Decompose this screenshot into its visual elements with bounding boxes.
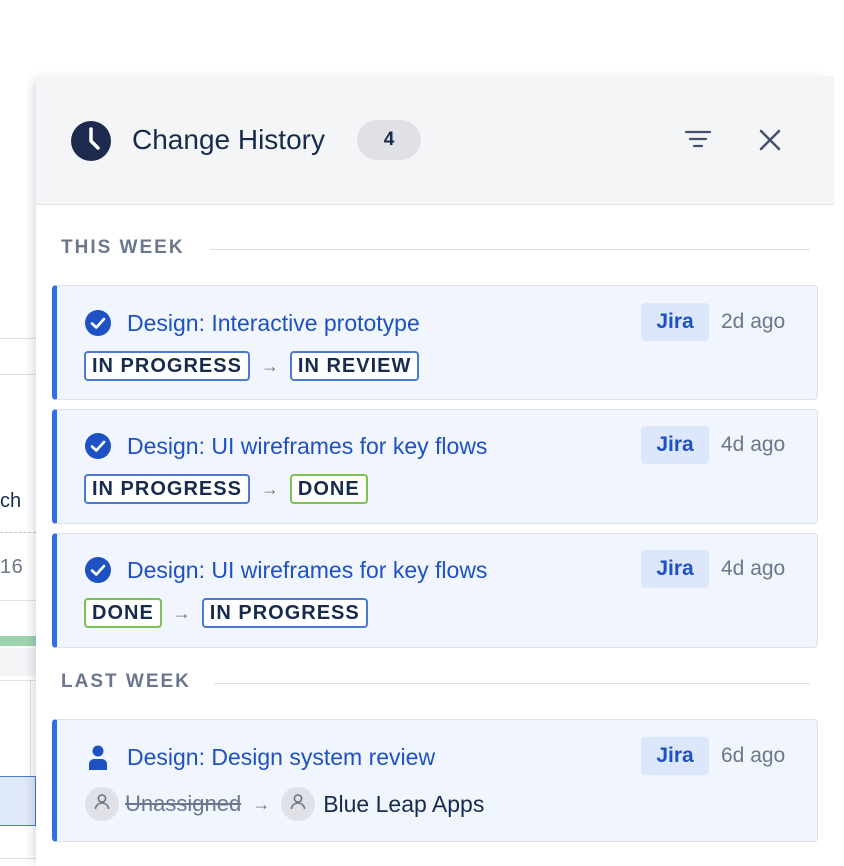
status-to: IN PROGRESS (201, 598, 368, 628)
section-label-last-week: LAST WEEK (61, 671, 191, 692)
source-badge: Jira (641, 737, 709, 775)
status-change: IN PROGRESS → DONE (84, 474, 368, 504)
arrow-right-icon: → (172, 602, 191, 623)
status-to: DONE (289, 474, 368, 504)
background-app: ch 16 (0, 76, 36, 866)
check-circle-icon (84, 432, 112, 460)
source-badge: Jira (641, 426, 709, 464)
bg-partial-date: 16 (0, 556, 24, 578)
person-icon (84, 744, 112, 772)
change-card[interactable]: Design: UI wireframes for key flows Jira… (52, 409, 818, 524)
panel-header: Change History 4 (36, 76, 834, 205)
old-assignee: Unassigned (125, 791, 242, 816)
status-from: IN PROGRESS (84, 474, 250, 504)
status-change: DONE → IN PROGRESS (84, 598, 368, 628)
bg-divider (0, 338, 36, 339)
change-card[interactable]: Design: Interactive prototype Jira 2d ag… (52, 285, 818, 400)
source-badge: Jira (641, 303, 709, 341)
change-history-panel: Change History 4 THIS WEEK Design: Inter… (36, 76, 834, 866)
change-card[interactable]: Design: UI wireframes for key flows Jira… (52, 533, 818, 648)
count-badge: 4 (357, 120, 421, 160)
close-button[interactable] (752, 122, 788, 158)
bg-timeline-bar (0, 636, 36, 646)
panel-title: Change History (132, 124, 325, 155)
check-circle-icon (84, 556, 112, 584)
time-ago: 4d ago (721, 433, 786, 456)
bg-selected-row (0, 776, 36, 826)
bg-row (0, 648, 36, 676)
time-ago: 4d ago (721, 557, 786, 580)
clock-icon (70, 120, 112, 162)
new-assignee: Blue Leap Apps (323, 790, 485, 817)
issue-title-link[interactable]: Design: UI wireframes for key flows (127, 433, 487, 460)
time-ago: 2d ago (721, 310, 786, 333)
avatar (85, 787, 119, 821)
filter-icon (680, 130, 716, 157)
bg-divider (0, 600, 36, 601)
issue-title-link[interactable]: Design: UI wireframes for key flows (127, 557, 487, 584)
issue-title-link[interactable]: Design: Design system review (127, 744, 435, 771)
close-icon (752, 129, 788, 161)
status-from: DONE (84, 598, 162, 628)
section-label-this-week: THIS WEEK (61, 237, 185, 258)
bg-dashed-divider (0, 532, 36, 533)
bg-divider (0, 374, 36, 375)
filter-button[interactable] (680, 126, 716, 154)
bg-partial-label: ch (0, 490, 22, 512)
time-ago: 6d ago (721, 744, 786, 767)
arrow-right-icon: → (260, 478, 279, 499)
bg-vertical-divider (30, 680, 31, 776)
section-divider (214, 683, 810, 684)
assignee-change: Unassigned → Blue Leap Apps (85, 787, 484, 821)
user-icon (92, 792, 112, 817)
check-circle-icon (84, 309, 112, 337)
source-badge: Jira (641, 550, 709, 588)
section-divider (210, 249, 810, 250)
user-icon (288, 792, 308, 817)
avatar (281, 787, 316, 821)
change-card[interactable]: Design: Design system review Jira 6d ago… (52, 719, 818, 842)
status-from: IN PROGRESS (84, 351, 250, 381)
arrow-right-icon: → (260, 355, 279, 376)
status-to: IN REVIEW (289, 351, 420, 381)
issue-title-link[interactable]: Design: Interactive prototype (127, 310, 420, 337)
status-change: IN PROGRESS → IN REVIEW (84, 351, 420, 381)
arrow-right-icon: → (252, 793, 271, 814)
bg-divider (0, 858, 36, 859)
